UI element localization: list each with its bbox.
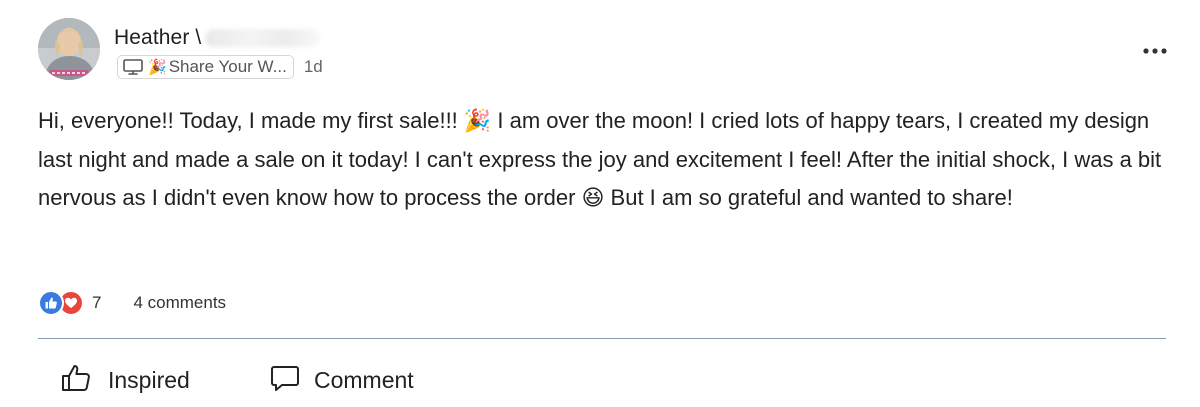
- thumbs-up-outline-icon: [60, 363, 94, 398]
- post-card: Heather \ 🎉 Share Your W... 1d Hi, every…: [0, 0, 1200, 407]
- comments-count-link[interactable]: 4 comments: [133, 293, 226, 313]
- post-meta: 🎉 Share Your W... 1d: [117, 54, 323, 80]
- thumbs-up-icon: [38, 290, 64, 316]
- comment-label: Comment: [314, 366, 414, 393]
- author-name[interactable]: Heather \: [114, 26, 201, 50]
- redacted-name-blur: [205, 29, 320, 47]
- avatar[interactable]: [38, 18, 100, 80]
- reaction-icons[interactable]: [38, 290, 86, 316]
- more-options-button[interactable]: [1138, 40, 1172, 62]
- ellipsis-icon: [1143, 48, 1167, 54]
- post-timestamp[interactable]: 1d: [304, 57, 323, 77]
- reactions-row: 7 4 comments: [38, 290, 226, 316]
- reaction-count[interactable]: 7: [92, 293, 101, 313]
- group-chip[interactable]: 🎉 Share Your W...: [117, 55, 294, 79]
- speech-bubble-icon: [270, 364, 300, 397]
- divider: [38, 338, 1166, 339]
- inspired-button[interactable]: Inspired: [60, 364, 190, 396]
- group-chip-label: Share Your W...: [168, 57, 287, 76]
- post-body-text: Hi, everyone!! Today, I made my first sa…: [38, 108, 1162, 210]
- inspired-label: Inspired: [108, 366, 190, 393]
- monitor-icon: [122, 58, 144, 76]
- comment-button[interactable]: Comment: [270, 364, 414, 396]
- party-popper-icon: 🎉: [148, 58, 167, 76]
